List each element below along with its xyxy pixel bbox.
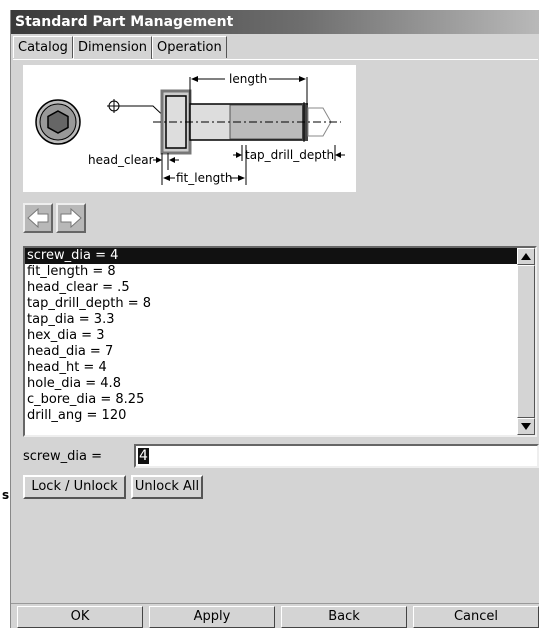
list-item-head-ht[interactable]: head_ht = 4 xyxy=(25,360,519,376)
ok-button[interactable]: OK xyxy=(17,606,143,628)
side-mark: s xyxy=(2,488,10,502)
apply-button[interactable]: Apply xyxy=(149,606,275,628)
dimension-value-input[interactable]: 4 xyxy=(134,444,539,468)
list-item-fit-length[interactable]: fit_length = 8 xyxy=(25,264,519,280)
back-button[interactable]: Back xyxy=(281,606,407,628)
length-dimension: length xyxy=(189,72,308,105)
list-item-tap-dia[interactable]: tap_dia = 3.3 xyxy=(25,312,519,328)
tap-drill-depth-label: tap_drill_depth xyxy=(245,148,334,162)
previous-button[interactable] xyxy=(23,203,53,233)
window-title: Standard Part Management xyxy=(11,10,539,34)
unlock-all-button[interactable]: Unlock All xyxy=(131,475,203,499)
dimension-value-label: screw_dia = xyxy=(23,449,102,464)
dialog-button-bar: OK Apply Back Cancel xyxy=(11,603,539,628)
dimension-panel: length head_clear fit_length tap_drill_d… xyxy=(13,59,539,604)
tab-dimension[interactable]: Dimension xyxy=(72,36,153,60)
dimension-list[interactable]: screw_dia = 4 fit_length = 8 head_clear … xyxy=(23,246,537,437)
right-arrow-icon xyxy=(60,207,82,229)
scroll-down-button[interactable] xyxy=(517,418,535,435)
fit-length-label: fit_length xyxy=(176,171,233,185)
dimension-value-text: 4 xyxy=(138,448,149,464)
scroll-up-button[interactable] xyxy=(517,248,535,265)
list-item-hole-dia[interactable]: hole_dia = 4.8 xyxy=(25,376,519,392)
list-item-drill-ang[interactable]: drill_ang = 120 xyxy=(25,408,519,424)
scroll-thumb[interactable] xyxy=(517,265,535,418)
list-item-hex-dia[interactable]: hex_dia = 3 xyxy=(25,328,519,344)
tab-bar: Catalog Dimension Operation xyxy=(13,36,227,60)
list-item-tap-drill-depth[interactable]: tap_drill_depth = 8 xyxy=(25,296,519,312)
screw-diagram-graphic: length head_clear fit_length tap_drill_d… xyxy=(35,72,345,185)
next-button[interactable] xyxy=(56,203,86,233)
tab-catalog[interactable]: Catalog xyxy=(13,36,73,58)
screw-side-view xyxy=(153,89,341,155)
lock-unlock-button[interactable]: Lock / Unlock xyxy=(23,475,126,499)
head-clear-label: head_clear xyxy=(88,153,154,167)
list-scrollbar[interactable] xyxy=(517,248,535,435)
cancel-button[interactable]: Cancel xyxy=(413,606,539,628)
left-arrow-icon xyxy=(27,207,49,229)
triangle-up-icon xyxy=(521,253,531,260)
length-label: length xyxy=(229,72,267,86)
tap-drill-depth-dimension: tap_drill_depth xyxy=(233,145,345,162)
triangle-down-icon xyxy=(521,423,531,430)
list-item-c-bore-dia[interactable]: c_bore_dia = 8.25 xyxy=(25,392,519,408)
tab-operation[interactable]: Operation xyxy=(152,36,227,58)
standard-part-management-dialog: Standard Part Management Catalog Dimensi… xyxy=(10,10,539,628)
list-item-head-clear[interactable]: head_clear = .5 xyxy=(25,280,519,296)
screw-diagram: length head_clear fit_length tap_drill_d… xyxy=(23,65,356,192)
head-clear-dimension: head_clear xyxy=(88,153,179,170)
list-item-screw-dia[interactable]: screw_dia = 4 xyxy=(25,248,519,264)
hex-head-end-view xyxy=(35,99,81,145)
list-item-head-dia[interactable]: head_dia = 7 xyxy=(25,344,519,360)
